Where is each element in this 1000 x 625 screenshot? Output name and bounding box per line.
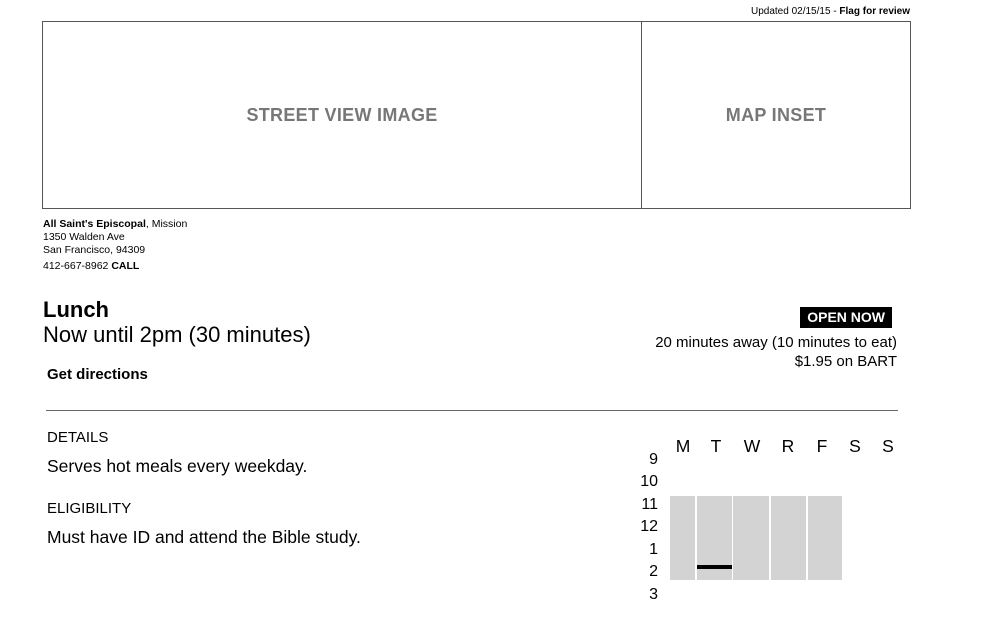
eligibility-label: ELIGIBILITY — [47, 500, 132, 517]
update-bar: Updated 02/15/15 - Flag for review — [751, 6, 910, 17]
separator: - — [833, 6, 837, 17]
city-zip: San Francisco, 94309 — [43, 244, 146, 256]
meal-title: Lunch — [43, 297, 109, 322]
day-label: T — [710, 436, 722, 456]
day-label: R — [781, 436, 795, 456]
neighborhood: , Mission — [145, 218, 188, 230]
street-address: 1350 Walden Ave — [43, 231, 125, 243]
map-inset-label: MAP INSET — [725, 104, 827, 125]
travel-time: 20 minutes away (10 minutes to eat) — [655, 334, 897, 351]
transit-fare: $1.95 on BART — [794, 353, 897, 370]
current-time-marker — [697, 565, 732, 569]
phone-number: 412-667-8962 — [43, 260, 109, 272]
hour-label: 10 — [640, 473, 658, 490]
hour-label: 12 — [640, 518, 658, 535]
flag-for-review-link[interactable]: Flag for review — [839, 6, 910, 17]
section-divider — [46, 410, 898, 411]
open-now-badge: OPEN NOW — [800, 307, 892, 328]
get-directions-link[interactable]: Get directions — [47, 366, 148, 383]
travel-info: 20 minutes away (10 minutes to eat) $1.9… — [655, 333, 897, 371]
details-label: DETAILS — [47, 429, 109, 446]
street-view-image: STREET VIEW IMAGE — [42, 21, 642, 209]
open-hours-block — [808, 496, 842, 580]
eligibility-text: Must have ID and attend the Bible study. — [47, 527, 361, 547]
hour-label: 9 — [649, 451, 658, 468]
day-label: M — [675, 436, 691, 456]
street-view-label: STREET VIEW IMAGE — [246, 104, 438, 125]
updated-date: Updated 02/15/15 — [751, 6, 831, 17]
meal-time: Now until 2pm (30 minutes) — [43, 322, 311, 347]
open-hours-block — [670, 496, 695, 580]
phone-row: 412-667-8962 CALL — [43, 260, 187, 273]
hour-label: 11 — [641, 496, 658, 513]
hour-label: 3 — [649, 586, 658, 603]
day-label: S — [849, 436, 861, 456]
call-button[interactable]: CALL — [111, 260, 139, 272]
details-text: Serves hot meals every weekday. — [47, 456, 308, 476]
open-hours-block — [733, 496, 769, 580]
location-name-row: All Saint's Episcopal, Mission — [43, 218, 187, 231]
open-hours-block — [771, 496, 806, 580]
day-label: W — [743, 436, 761, 456]
location-name: All Saint's Episcopal — [43, 218, 146, 230]
day-label: S — [882, 436, 894, 456]
hour-label: 2 — [649, 563, 658, 580]
map-inset[interactable]: MAP INSET — [641, 21, 911, 209]
address-block: All Saint's Episcopal, Mission 1350 Wald… — [43, 218, 187, 273]
day-label: F — [816, 436, 828, 456]
hour-label: 1 — [649, 541, 658, 558]
